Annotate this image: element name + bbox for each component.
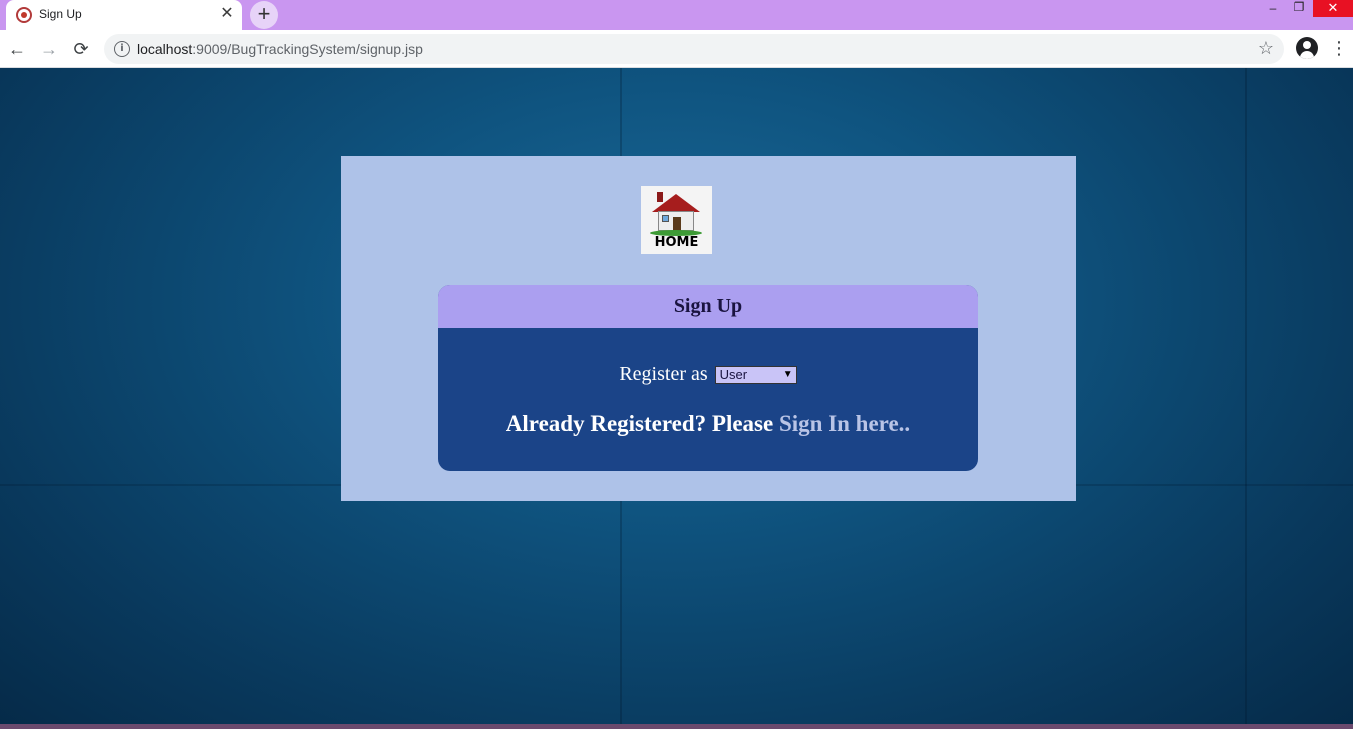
signup-box: Sign Up Register as User ▼ Already Regist… [438,285,978,471]
chevron-down-icon: ▼ [782,369,793,381]
signup-header: Sign Up [438,285,978,328]
register-row: Register as User ▼ [438,363,978,386]
new-tab-button[interactable]: + [250,1,278,29]
taskbar-strip [0,724,1353,729]
close-tab-icon[interactable]: ✕ [218,5,236,23]
register-select-value: User [719,367,748,383]
browser-toolbar: ← → ⟳ i localhost:9009/BugTrackingSystem… [0,30,1353,68]
bookmark-star-icon[interactable]: ☆ [1258,38,1274,59]
url-host: localhost [137,41,193,57]
background-texture [1245,68,1247,729]
restore-window-button[interactable]: ❐ [1290,0,1308,14]
house-door [673,217,681,231]
tab-title: Sign Up [39,7,82,21]
reload-icon[interactable]: ⟳ [69,37,93,61]
already-registered-text: Already Registered? Please [505,411,774,436]
house-window [662,215,669,222]
close-window-button[interactable]: ✕ [1313,0,1353,17]
address-bar[interactable]: i localhost:9009/BugTrackingSystem/signu… [104,34,1284,64]
tab-strip: Sign Up ✕ + – ❐ ✕ [0,0,1353,30]
url-path: :9009/BugTrackingSystem/signup.jsp [192,41,423,57]
back-arrow-icon[interactable]: ← [5,37,29,61]
already-registered-row: Already Registered? Please Sign In here.… [438,411,978,437]
home-label: HOME [654,235,699,250]
profile-avatar-icon[interactable] [1296,37,1318,59]
favicon-icon [16,7,32,23]
page-background: HOME Sign Up Register as User ▼ Already R… [0,68,1353,729]
home-link[interactable]: HOME [641,186,712,254]
forward-arrow-icon[interactable]: → [37,37,61,61]
sign-in-link[interactable]: Sign In here.. [779,411,910,436]
signup-title: Sign Up [673,295,743,317]
register-label: Register as [619,363,708,385]
url-text[interactable]: localhost:9009/BugTrackingSystem/signup.… [137,41,423,57]
site-info-icon[interactable]: i [114,41,130,57]
house-roof [652,194,700,212]
browser-menu-icon[interactable]: ⋮ [1330,37,1348,61]
minimize-window-button[interactable]: – [1263,1,1283,15]
signup-panel: HOME Sign Up Register as User ▼ Already R… [341,156,1076,501]
browser-tab[interactable]: Sign Up ✕ [6,0,242,30]
register-as-select[interactable]: User ▼ [714,366,797,385]
